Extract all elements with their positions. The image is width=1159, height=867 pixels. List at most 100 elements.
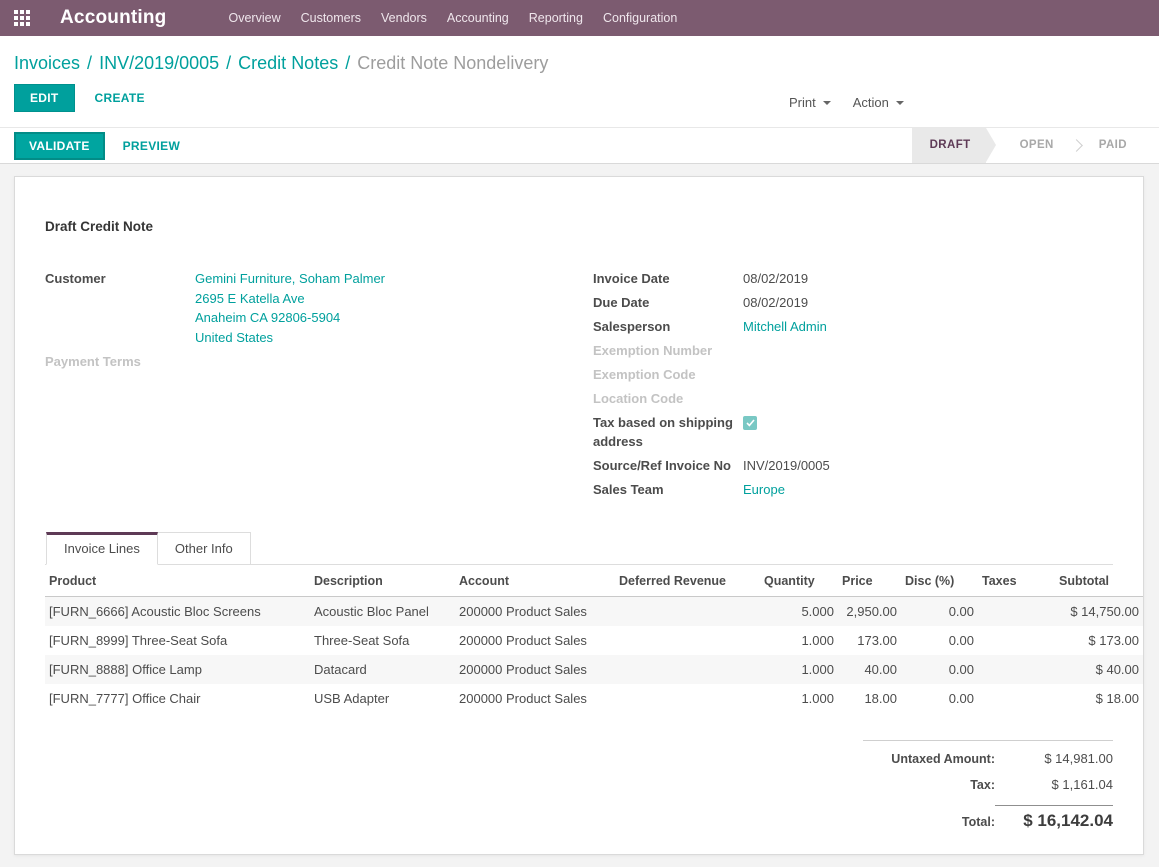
- price-cell: 173.00: [838, 626, 901, 655]
- status-step-paid[interactable]: PAID: [1081, 128, 1145, 163]
- breadcrumb-current: Credit Note Nondelivery: [357, 53, 548, 73]
- invoice-line-row[interactable]: [FURN_7777] Office Chair USB Adapter 200…: [45, 684, 1143, 713]
- tax-shipping-checkbox[interactable]: [743, 416, 757, 430]
- create-button[interactable]: CREATE: [83, 85, 157, 111]
- salesperson-link[interactable]: Mitchell Admin: [743, 319, 827, 334]
- untaxed-amount-value: $ 14,981.00: [995, 751, 1113, 766]
- form-fields: Customer Gemini Furniture, Soham Palmer …: [45, 269, 1113, 504]
- deferred-revenue-cell: [615, 626, 760, 655]
- breadcrumb-credit-notes[interactable]: Credit Notes: [238, 53, 338, 73]
- taxes-cell: [978, 684, 1055, 713]
- validate-button[interactable]: VALIDATE: [14, 132, 105, 160]
- navbar-menu: Overview Customers Vendors Accounting Re…: [219, 0, 688, 36]
- untaxed-amount-row: Untaxed Amount: $ 14,981.00: [863, 751, 1113, 766]
- field-source-ref: Source/Ref Invoice No INV/2019/0005: [593, 456, 1113, 475]
- description-cell: USB Adapter: [310, 684, 455, 713]
- header-product[interactable]: Product: [45, 565, 310, 597]
- deferred-revenue-cell: [615, 655, 760, 684]
- credit-note-sheet: Draft Credit Note Customer Gemini Furnit…: [14, 176, 1144, 855]
- breadcrumb-separator: /: [87, 53, 92, 73]
- checkmark-icon: [746, 419, 755, 427]
- invoice-line-row[interactable]: [FURN_6666] Acoustic Bloc Screens Acoust…: [45, 597, 1143, 627]
- exemption-code-label: Exemption Code: [593, 365, 743, 384]
- quantity-cell: 1.000: [760, 684, 838, 713]
- account-cell: 200000 Product Sales: [455, 626, 615, 655]
- sales-team-link[interactable]: Europe: [743, 482, 785, 497]
- customer-street-link[interactable]: 2695 E Katella Ave: [195, 289, 385, 309]
- status-bar: VALIDATE PREVIEW DRAFT OPEN PAID: [0, 127, 1159, 164]
- field-payment-terms: Payment Terms: [45, 352, 593, 371]
- product-cell: [FURN_7777] Office Chair: [45, 684, 310, 713]
- invoice-line-row[interactable]: [FURN_8999] Three-Seat Sofa Three-Seat S…: [45, 626, 1143, 655]
- app-title[interactable]: Accounting: [60, 7, 167, 29]
- header-quantity[interactable]: Quantity: [760, 565, 838, 597]
- notebook: Invoice Lines Other Info Product Descrip…: [45, 532, 1113, 831]
- nav-item-accounting[interactable]: Accounting: [437, 0, 519, 36]
- disc-cell: 0.00: [901, 597, 978, 627]
- invoice-date-value: 08/02/2019: [743, 269, 808, 288]
- subtotal-cell: $ 173.00: [1055, 626, 1143, 655]
- total-row: Total: $ 16,142.04: [863, 803, 1113, 831]
- customer-country-link[interactable]: United States: [195, 328, 385, 348]
- header-subtotal[interactable]: Subtotal: [1055, 565, 1143, 597]
- tab-bar: Invoice Lines Other Info: [45, 532, 1113, 565]
- nav-item-vendors[interactable]: Vendors: [371, 0, 437, 36]
- action-dropdowns: Print Action: [783, 90, 910, 115]
- header-account[interactable]: Account: [455, 565, 615, 597]
- account-cell: 200000 Product Sales: [455, 684, 615, 713]
- nav-item-reporting[interactable]: Reporting: [519, 0, 593, 36]
- top-navbar: Accounting Overview Customers Vendors Ac…: [0, 0, 1159, 36]
- header-description[interactable]: Description: [310, 565, 455, 597]
- disc-cell: 0.00: [901, 626, 978, 655]
- description-cell: Acoustic Bloc Panel: [310, 597, 455, 627]
- nav-item-overview[interactable]: Overview: [219, 0, 291, 36]
- customer-name-link[interactable]: Gemini Furniture, Soham Palmer: [195, 269, 385, 289]
- description-cell: Datacard: [310, 655, 455, 684]
- header-taxes[interactable]: Taxes: [978, 565, 1055, 597]
- tax-shipping-label: Tax based on shipping address: [593, 413, 743, 451]
- breadcrumb-invoices[interactable]: Invoices: [14, 53, 80, 73]
- invoice-line-row[interactable]: [FURN_8888] Office Lamp Datacard 200000 …: [45, 655, 1143, 684]
- disc-cell: 0.00: [901, 655, 978, 684]
- tab-invoice-lines[interactable]: Invoice Lines: [46, 532, 158, 565]
- status-step-draft[interactable]: DRAFT: [912, 128, 986, 163]
- control-panel: Invoices/INV/2019/0005/Credit Notes/Cred…: [0, 36, 1159, 127]
- salesperson-label: Salesperson: [593, 317, 743, 336]
- sheet-title: Draft Credit Note: [45, 177, 1113, 234]
- header-disc[interactable]: Disc (%): [901, 565, 978, 597]
- status-step-open[interactable]: OPEN: [1002, 128, 1072, 163]
- header-deferred-revenue[interactable]: Deferred Revenue: [615, 565, 760, 597]
- field-sales-team: Sales Team Europe: [593, 480, 1113, 499]
- edit-button[interactable]: EDIT: [14, 84, 75, 112]
- tax-row: Tax: $ 1,161.04: [863, 777, 1113, 792]
- customer-city-link[interactable]: Anaheim CA 92806-5904: [195, 308, 385, 328]
- action-dropdown[interactable]: Action: [847, 90, 910, 115]
- untaxed-amount-label: Untaxed Amount:: [891, 752, 995, 766]
- nav-item-configuration[interactable]: Configuration: [593, 0, 687, 36]
- due-date-value: 08/02/2019: [743, 293, 808, 312]
- content-area: Draft Credit Note Customer Gemini Furnit…: [0, 164, 1159, 867]
- totals-block: Untaxed Amount: $ 14,981.00 Tax: $ 1,161…: [863, 740, 1113, 831]
- product-cell: [FURN_6666] Acoustic Bloc Screens: [45, 597, 310, 627]
- field-location-code: Location Code: [593, 389, 1113, 408]
- breadcrumb-separator: /: [345, 53, 350, 73]
- field-invoice-date: Invoice Date 08/02/2019: [593, 269, 1113, 288]
- print-dropdown[interactable]: Print: [783, 90, 837, 115]
- price-cell: 18.00: [838, 684, 901, 713]
- breadcrumb-invoice-number[interactable]: INV/2019/0005: [99, 53, 219, 73]
- product-cell: [FURN_8999] Three-Seat Sofa: [45, 626, 310, 655]
- action-dropdown-label: Action: [853, 95, 889, 110]
- total-value: $ 16,142.04: [995, 805, 1113, 831]
- invoice-lines-table: Product Description Account Deferred Rev…: [45, 565, 1143, 713]
- field-exemption-number: Exemption Number: [593, 341, 1113, 360]
- taxes-cell: [978, 626, 1055, 655]
- deferred-revenue-cell: [615, 597, 760, 627]
- subtotal-cell: $ 40.00: [1055, 655, 1143, 684]
- header-price[interactable]: Price: [838, 565, 901, 597]
- preview-button[interactable]: PREVIEW: [111, 134, 192, 158]
- apps-grid-icon[interactable]: [14, 9, 32, 27]
- breadcrumb: Invoices/INV/2019/0005/Credit Notes/Cred…: [14, 51, 1145, 75]
- tax-value: $ 1,161.04: [995, 777, 1113, 792]
- nav-item-customers[interactable]: Customers: [291, 0, 371, 36]
- tab-other-info[interactable]: Other Info: [158, 532, 251, 565]
